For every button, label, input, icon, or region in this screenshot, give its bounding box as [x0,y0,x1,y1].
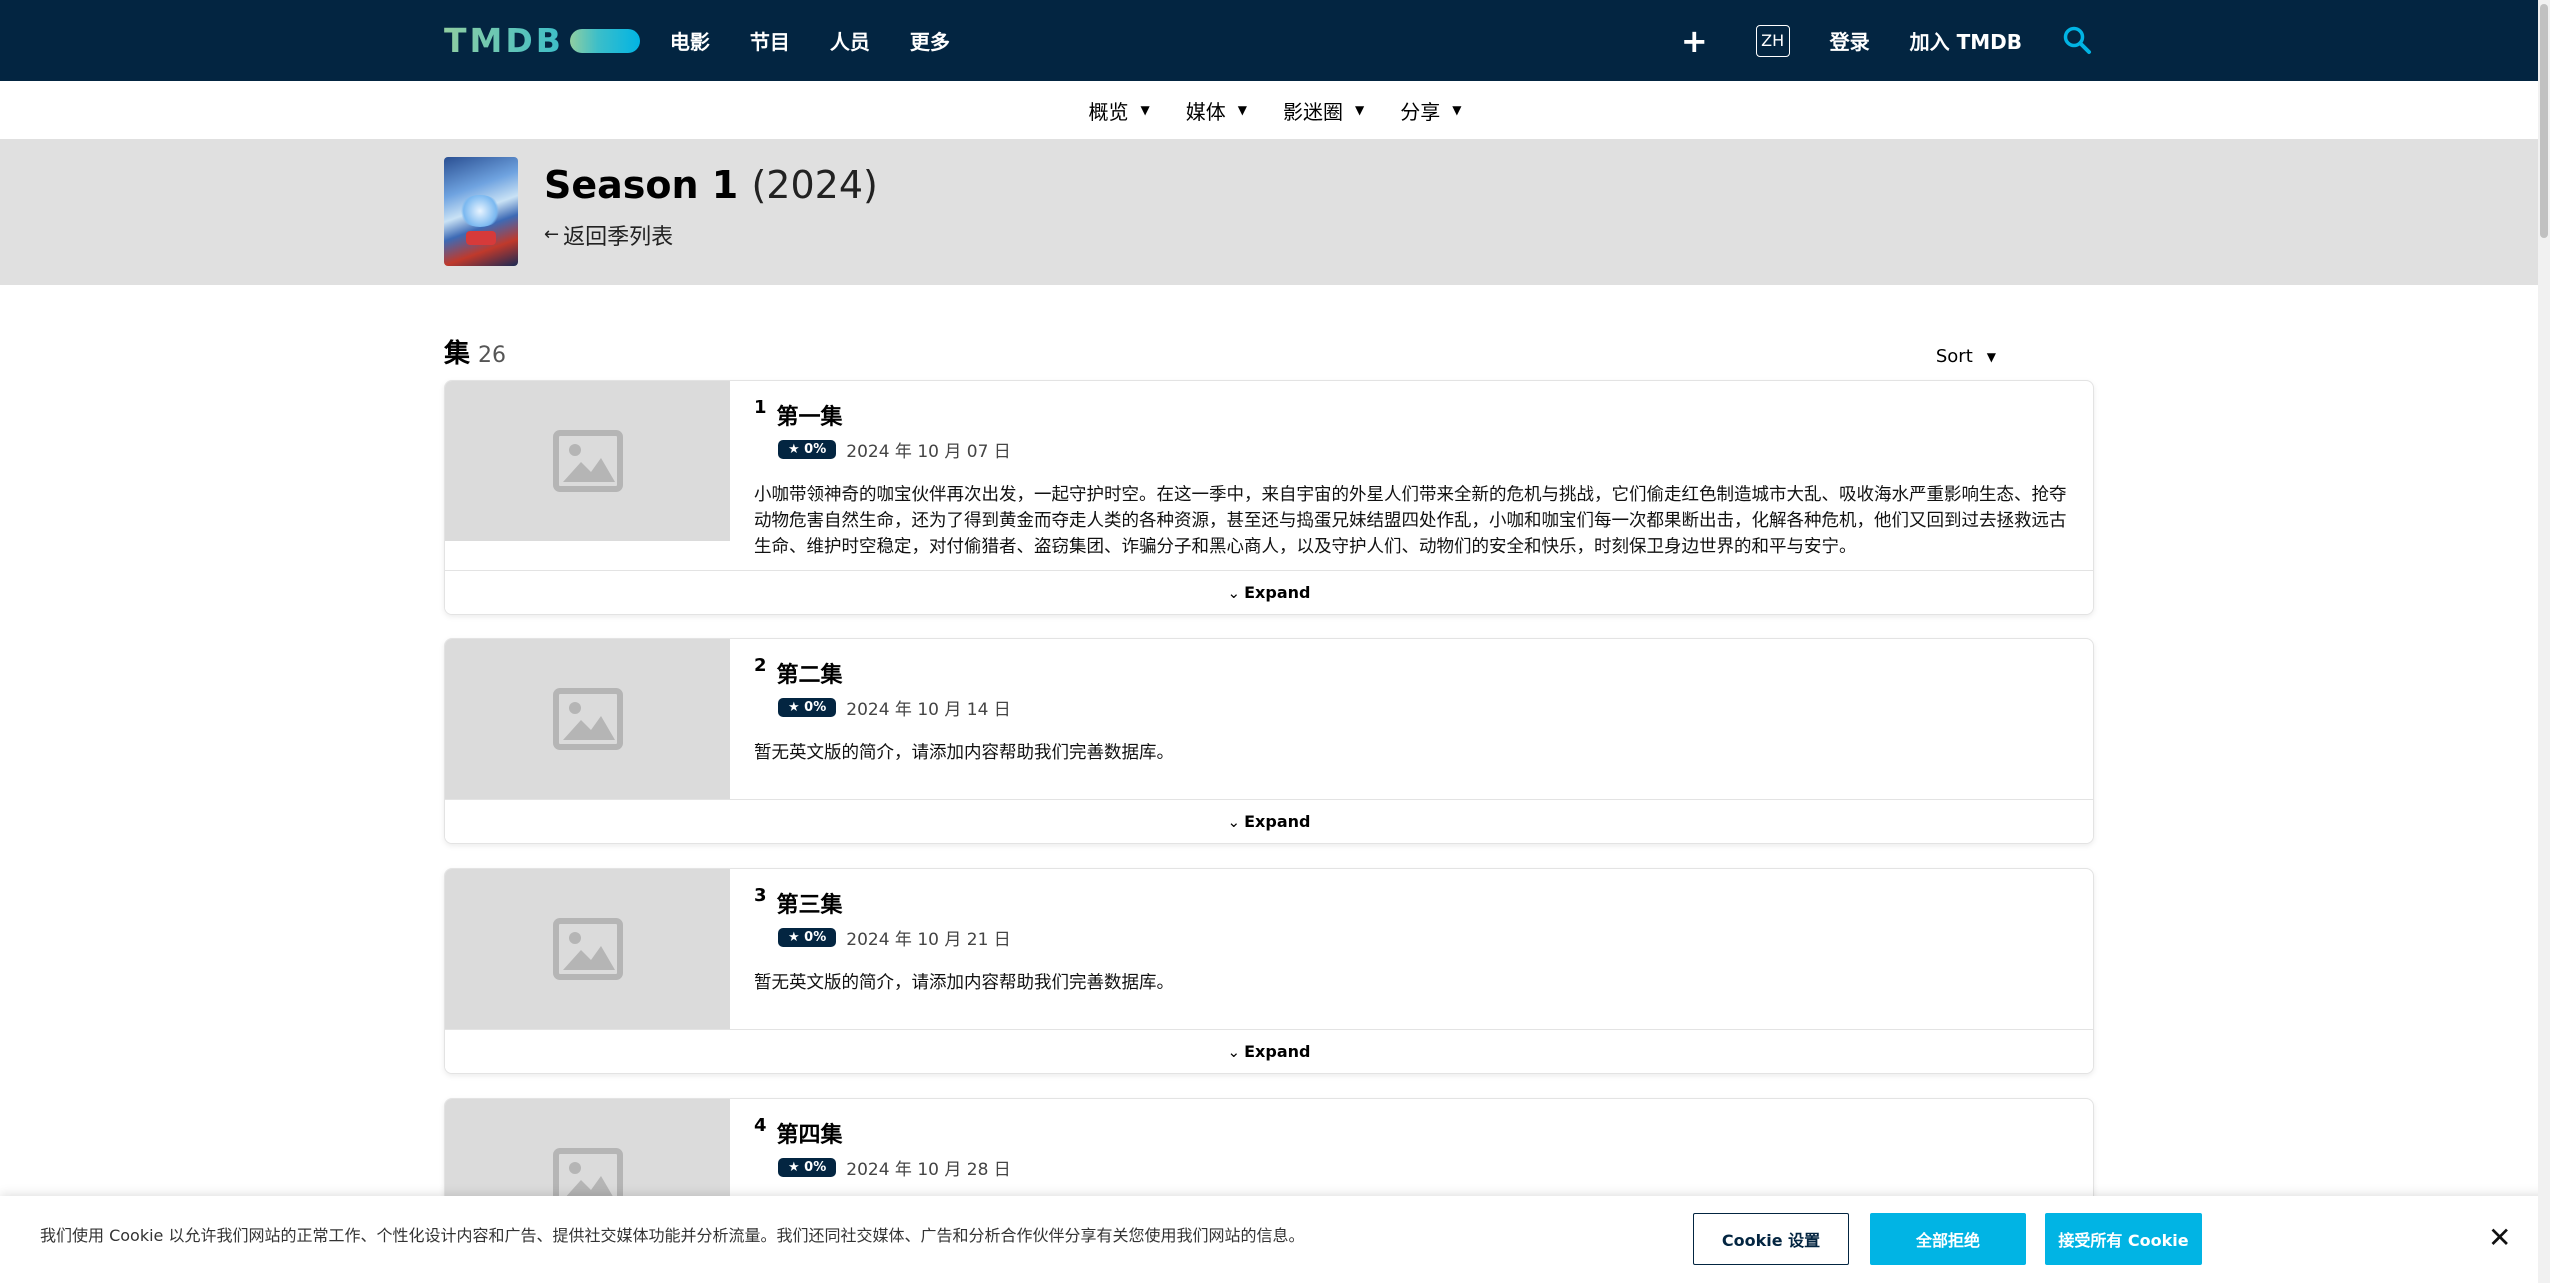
episodes-header: 集 26 Sort ▼ [444,333,2094,370]
search-icon[interactable] [2062,25,2094,57]
episode-overview: 暂无英文版的简介，请添加内容帮助我们完善数据库。 [754,973,1174,993]
image-placeholder-icon [552,430,623,492]
expand-button[interactable]: ⌄ Expand [445,799,2093,843]
rating-badge: ★ 0% [778,1158,837,1177]
episode-still-placeholder[interactable] [445,639,730,799]
logo-text: TMDB [444,21,564,60]
right-nav: + ZH 登录 加入 TMDB [1681,24,2094,57]
season-poster[interactable] [444,157,518,266]
season-header: Season 1 (2024) ← 返回季列表 [0,139,2550,285]
close-icon[interactable]: ✕ [2488,1224,2511,1252]
rating-badge: ★ 0% [778,440,837,459]
cookie-banner: 我们使用 Cookie 以允许我们网站的正常工作、个性化设计内容和广告、提供社交… [0,1196,2550,1283]
page-scrollbar[interactable] [2538,0,2550,1283]
episode-number: 3 [754,885,767,906]
subnav-fandom-label: 影迷圈 [1283,99,1343,124]
episode-card: 3 第三集 ★ 0% 2024 年 10 月 21 日 暂无英文版的简介，请添加… [444,868,2094,1074]
chevron-down-icon: ⌄ [1227,583,1241,602]
image-placeholder-icon [552,688,623,750]
logo-pill [569,28,640,53]
join-link[interactable]: 加入 TMDB [1910,26,2022,55]
scrollbar-thumb[interactable] [2540,4,2548,238]
poster-art [466,231,496,245]
add-icon[interactable]: + [1681,25,1708,57]
episode-number: 1 [754,397,767,418]
episode-number: 4 [754,1115,767,1136]
sort-dropdown[interactable]: Sort ▼ [1936,346,1996,367]
episodes-count: 26 [478,343,507,368]
subnav-media-label: 媒体 [1185,99,1226,124]
expand-button[interactable]: ⌄ Expand [445,570,2093,614]
episode-number: 2 [754,655,767,676]
chevron-down-icon: ⌄ [1227,1042,1241,1061]
rating-badge: ★ 0% [778,698,837,717]
sub-nav: 概览 ▼ 媒体 ▼ 影迷圈 ▼ 分享 ▼ [0,81,2550,139]
caret-down-icon: ▼ [1140,103,1150,117]
login-link[interactable]: 登录 [1830,26,1870,55]
episodes-title: 集 [444,339,471,369]
subnav-overview-label: 概览 [1088,99,1129,124]
episode-title[interactable]: 第一集 [777,399,843,431]
air-date: 2024 年 10 月 14 日 [846,700,1011,720]
season-title: Season 1 (2024) [544,163,878,207]
season-year: (2024) [751,163,878,207]
episode-still-placeholder[interactable] [445,869,730,1029]
subnav-fandom[interactable]: 影迷圈 ▼ [1283,96,1364,125]
air-date: 2024 年 10 月 07 日 [846,442,1011,462]
subnav-share[interactable]: 分享 ▼ [1400,96,1461,125]
subnav-media[interactable]: 媒体 ▼ [1186,96,1247,125]
episode-card: 2 第二集 ★ 0% 2024 年 10 月 14 日 暂无英文版的简介，请添加… [444,638,2094,844]
episode-card: 1 第一集 ★ 0% 2024 年 10 月 07 日 小咖带领神奇的咖宝伙伴再… [444,380,2094,615]
caret-down-icon: ▼ [1237,103,1247,117]
top-navbar: TMDB 电影 节目 人员 更多 + ZH 登录 加入 TMDB [0,0,2550,81]
episode-title[interactable]: 第二集 [777,657,843,689]
episode-still-placeholder[interactable] [445,381,730,541]
sort-label: Sort [1935,346,1973,367]
episode-overview: 小咖带领神奇的咖宝伙伴再次出发，一起守护时空。在这一季中，来自宇宙的外星人们带来… [754,485,2067,557]
chevron-down-icon: ⌄ [1227,812,1241,831]
subnav-share-label: 分享 [1400,99,1441,124]
caret-down-icon: ▼ [1452,103,1462,117]
reject-all-button[interactable]: 全部拒绝 [1870,1213,2026,1265]
main-nav: 电影 节目 人员 更多 [670,26,990,55]
air-date: 2024 年 10 月 21 日 [846,930,1011,950]
nav-people[interactable]: 人员 [830,26,870,55]
back-label: 返回季列表 [563,224,674,250]
air-date: 2024 年 10 月 28 日 [846,1160,1011,1180]
image-placeholder-icon [552,918,623,980]
season-name: Season 1 [544,163,739,207]
episode-title[interactable]: 第三集 [777,887,843,919]
language-button[interactable]: ZH [1755,24,1790,57]
expand-label: Expand [1244,583,1311,602]
back-to-seasons-link[interactable]: ← 返回季列表 [544,219,878,251]
episode-overview: 暂无英文版的简介，请添加内容帮助我们完善数据库。 [754,743,1174,763]
nav-movies[interactable]: 电影 [670,26,710,55]
expand-label: Expand [1244,1042,1311,1061]
nav-tv[interactable]: 节目 [750,26,790,55]
cookie-settings-button[interactable]: Cookie 设置 [1693,1213,1849,1265]
poster-art [458,195,502,227]
arrow-left-icon: ← [544,224,560,246]
caret-down-icon: ▼ [1355,103,1365,117]
tmdb-logo[interactable]: TMDB [444,21,640,60]
caret-down-icon: ▼ [1986,349,1996,364]
episode-title[interactable]: 第四集 [777,1117,843,1149]
cookie-text: 我们使用 Cookie 以允许我们网站的正常工作、个性化设计内容和广告、提供社交… [40,1226,1305,1245]
accept-all-cookies-button[interactable]: 接受所有 Cookie [2045,1213,2202,1265]
expand-label: Expand [1244,812,1311,831]
expand-button[interactable]: ⌄ Expand [445,1029,2093,1073]
nav-more[interactable]: 更多 [910,26,950,55]
subnav-overview[interactable]: 概览 ▼ [1089,96,1150,125]
rating-badge: ★ 0% [778,928,837,947]
